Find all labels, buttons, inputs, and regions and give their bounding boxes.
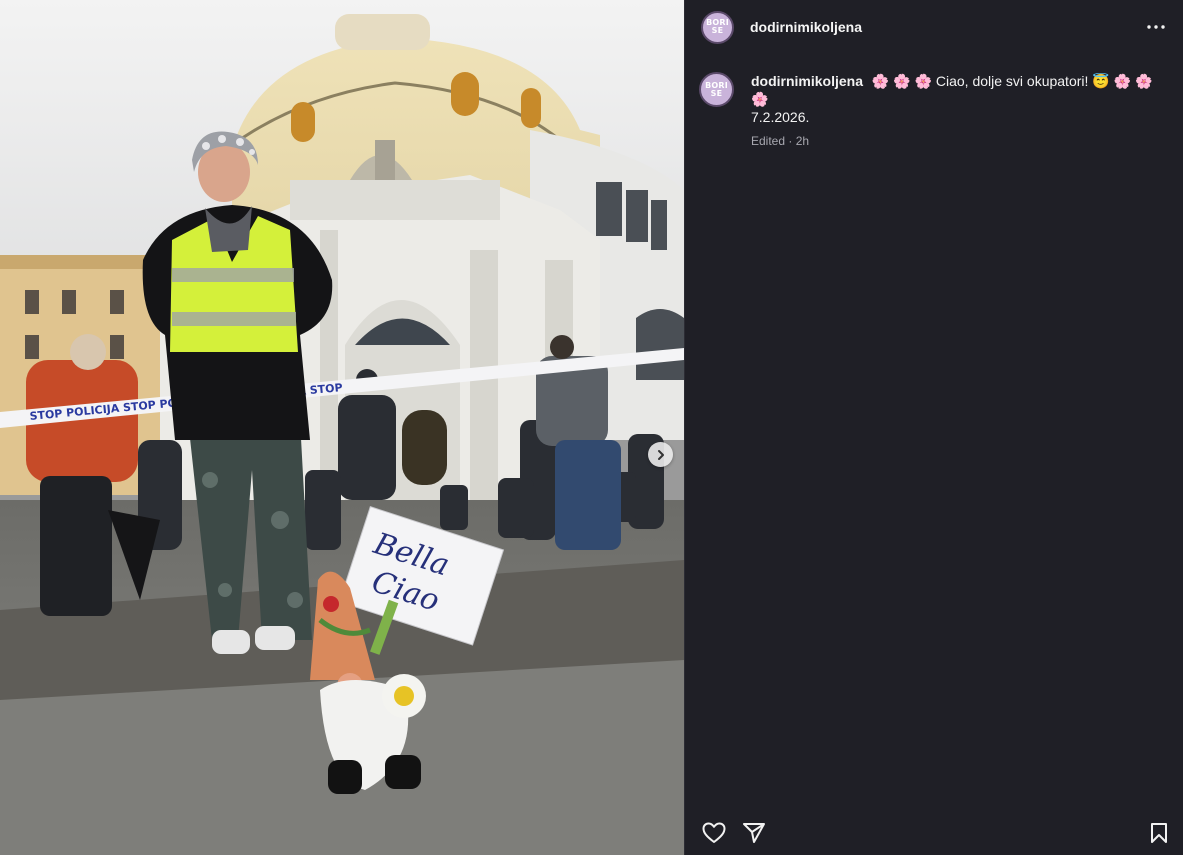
meta-separator: · xyxy=(788,134,796,148)
like-button[interactable] xyxy=(701,820,727,846)
caption-avatar[interactable]: BORI SE xyxy=(699,72,734,107)
caption-body: dodirnimikoljena 🌸 🌸 🌸 Ciao, dolje svi o… xyxy=(751,72,1161,150)
bookmark-icon xyxy=(1151,823,1167,843)
save-button[interactable] xyxy=(1147,820,1171,846)
post-details-panel: BORI SE dodirnimikoljena BORI SE dodirni… xyxy=(684,0,1183,855)
send-icon xyxy=(743,823,765,843)
caption-text: dodirnimikoljena 🌸 🌸 🌸 Ciao, dolje svi o… xyxy=(751,72,1161,126)
more-options-button[interactable] xyxy=(1143,14,1169,40)
caption-emoji-prefix: 🌸 🌸 🌸 xyxy=(871,73,932,89)
post-photo[interactable]: STOP POLICIJA STOP POLICIJA STOP POLICIJ… xyxy=(0,0,684,855)
photo-scene: STOP POLICIJA STOP POLICIJA STOP POLICIJ… xyxy=(0,0,684,855)
avatar-text-line2: SE xyxy=(711,26,724,35)
avatar[interactable]: BORI SE xyxy=(701,10,734,44)
post-meta: Edited · 2h xyxy=(751,132,1161,150)
caption-message: Ciao, dolje svi okupatori! xyxy=(935,73,1089,89)
header-username[interactable]: dodirnimikoljena xyxy=(750,19,862,35)
next-photo-button[interactable] xyxy=(648,442,673,467)
time-ago[interactable]: 2h xyxy=(796,134,809,148)
caption-date: 7.2.2026. xyxy=(751,109,810,125)
more-dots-icon xyxy=(1147,25,1165,29)
post-header: BORI SE dodirnimikoljena xyxy=(701,10,1171,44)
caption-emoji-suffix: 😇 🌸 🌸 xyxy=(1092,73,1153,89)
caption-emoji-line2: 🌸 xyxy=(751,91,769,107)
heart-icon xyxy=(702,822,726,843)
share-button[interactable] xyxy=(741,820,767,846)
chevron-right-icon xyxy=(657,449,664,460)
edited-label: Edited xyxy=(751,134,786,148)
caption-username[interactable]: dodirnimikoljena xyxy=(751,73,863,89)
caption-block: BORI SE dodirnimikoljena 🌸 🌸 🌸 Ciao, dol… xyxy=(699,72,1169,150)
action-bar xyxy=(685,813,1183,855)
avatar-text-line2: SE xyxy=(710,88,723,98)
